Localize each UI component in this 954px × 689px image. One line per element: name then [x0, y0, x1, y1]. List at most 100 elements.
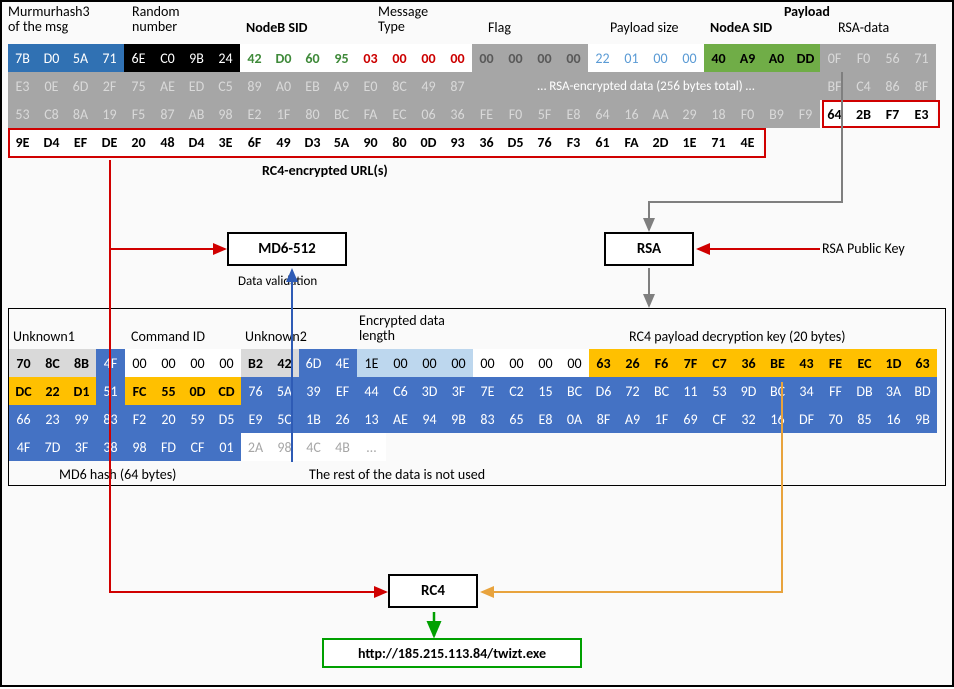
byte-cell: …: [357, 433, 386, 461]
byte-cell: EC: [385, 100, 414, 128]
byte-cell: 94: [415, 405, 444, 433]
byte-cell: 03: [356, 44, 385, 72]
byte-cell: 2A: [241, 433, 270, 461]
byte-cell: 7B: [8, 44, 37, 72]
byte-cell: 63: [908, 349, 937, 377]
hdr-elen: Encrypted data length: [359, 313, 445, 344]
byte-cell: 18: [704, 100, 733, 128]
byte-cell: D1: [67, 377, 96, 405]
byte-cell: ED: [182, 72, 211, 100]
byte-cell: 64: [588, 100, 617, 128]
byte-cell: 5F: [530, 100, 559, 128]
byte-cell: 69: [676, 405, 705, 433]
byte-cell: 24: [211, 44, 240, 72]
byte-cell: E0: [356, 72, 385, 100]
byte-cell: 70: [821, 405, 850, 433]
byte-cell: 32: [734, 405, 763, 433]
byte-cell: 00: [531, 349, 560, 377]
byte-cell: 29: [675, 100, 704, 128]
byte-cell: 1D: [879, 349, 908, 377]
byte-cell: A9: [733, 44, 762, 72]
byte-cell: 65: [502, 405, 531, 433]
byte-cell: 80: [298, 100, 327, 128]
byte-cell: F9: [791, 100, 820, 128]
byte-cell: 5C: [270, 405, 299, 433]
byte-cell: 00: [560, 349, 589, 377]
byte-cell: 6E: [124, 44, 153, 72]
byte-cell: F5: [124, 100, 153, 128]
byte-cell: A9: [618, 405, 647, 433]
byte-cell: 9D: [734, 377, 763, 405]
byte-cell: 75: [124, 72, 153, 100]
hdr-murmur: Murmurhash3 of the msg: [8, 4, 90, 35]
hdr-flag: Flag: [488, 20, 511, 35]
rc4-caption: RC4-encrypted URL(s): [262, 162, 388, 179]
byte-cell: 36: [443, 100, 472, 128]
byte-cell: 36: [734, 349, 763, 377]
byte-cell: 20: [154, 405, 183, 433]
byte-cell: B2: [241, 349, 270, 377]
byte-cell: 5A: [270, 377, 299, 405]
byte-cell: 1F: [269, 100, 298, 128]
mid-byte-block: 708C8B4F00000000B2426D4E1E00000000000000…: [9, 349, 945, 461]
byte-cell: B9: [762, 100, 791, 128]
byte-cell: 71: [907, 44, 936, 72]
byte-cell: 1E: [357, 349, 386, 377]
byte-cell: EB: [298, 72, 327, 100]
hdr-random: Random number: [132, 4, 180, 35]
byte-cell: 00: [414, 44, 443, 72]
byte-cell: E9: [241, 405, 270, 433]
byte-cell: 11: [676, 377, 705, 405]
byte-cell: 00: [125, 349, 154, 377]
byte-cell: BC: [560, 377, 589, 405]
rc4-redbox-tail: [822, 100, 940, 128]
byte-cell: 8F: [589, 405, 618, 433]
rc4-redbox-main: [8, 128, 766, 158]
byte-cell: CD: [212, 377, 241, 405]
hdr-rkey: RC4 payload decryption key (20 bytes): [629, 329, 846, 344]
byte-cell: DD: [791, 44, 820, 72]
md6-box: MD6-512: [227, 232, 347, 266]
byte-cell: 87: [443, 72, 472, 100]
byte-cell: 34: [792, 377, 821, 405]
mid-header-labels: Unknown1 Command ID Unknown2 Encrypted d…: [9, 311, 945, 347]
md6-sub: Data validation: [238, 274, 317, 289]
byte-cell: 7D: [38, 433, 67, 461]
byte-cell: 00: [443, 44, 472, 72]
byte-cell: 49: [414, 72, 443, 100]
byte-cell: 55: [154, 377, 183, 405]
byte-cell: … RSA-encrypted data (256 bytes total) …: [472, 72, 820, 100]
byte-cell: 98: [211, 100, 240, 128]
byte-cell: A9: [327, 72, 356, 100]
byte-cell: 56: [878, 44, 907, 72]
hdr-cmd: Command ID: [131, 329, 205, 344]
byte-cell: BE: [763, 349, 792, 377]
byte-cell: 8A: [66, 100, 95, 128]
byte-cell: 72: [618, 377, 647, 405]
byte-cell: 53: [8, 100, 37, 128]
rc4-box: RC4: [388, 574, 478, 608]
byte-cell: 4F: [96, 349, 125, 377]
byte-cell: 3A: [879, 377, 908, 405]
byte-cell: D0: [37, 44, 66, 72]
byte-cell: 8C: [38, 349, 67, 377]
byte-cell: 16: [617, 100, 646, 128]
byte-cell: C5: [211, 72, 240, 100]
byte-cell: 01: [617, 44, 646, 72]
hdr-mtype: Message Type: [378, 4, 428, 35]
byte-cell: 00: [385, 44, 414, 72]
byte-cell: D5: [212, 405, 241, 433]
byte-cell: 38: [96, 433, 125, 461]
byte-cell: 59: [183, 405, 212, 433]
byte-cell: FA: [356, 100, 385, 128]
byte-cell: 00: [183, 349, 212, 377]
top-header-labels: Murmurhash3 of the msg Random number Nod…: [8, 4, 946, 44]
byte-cell: 0F: [820, 44, 849, 72]
byte-cell: 1F: [647, 405, 676, 433]
byte-cell: 71: [95, 44, 124, 72]
byte-cell: 1B: [299, 405, 328, 433]
byte-cell: 85: [850, 405, 879, 433]
byte-cell: 8B: [67, 349, 96, 377]
byte-cell: C0: [153, 44, 182, 72]
byte-cell: F2: [125, 405, 154, 433]
